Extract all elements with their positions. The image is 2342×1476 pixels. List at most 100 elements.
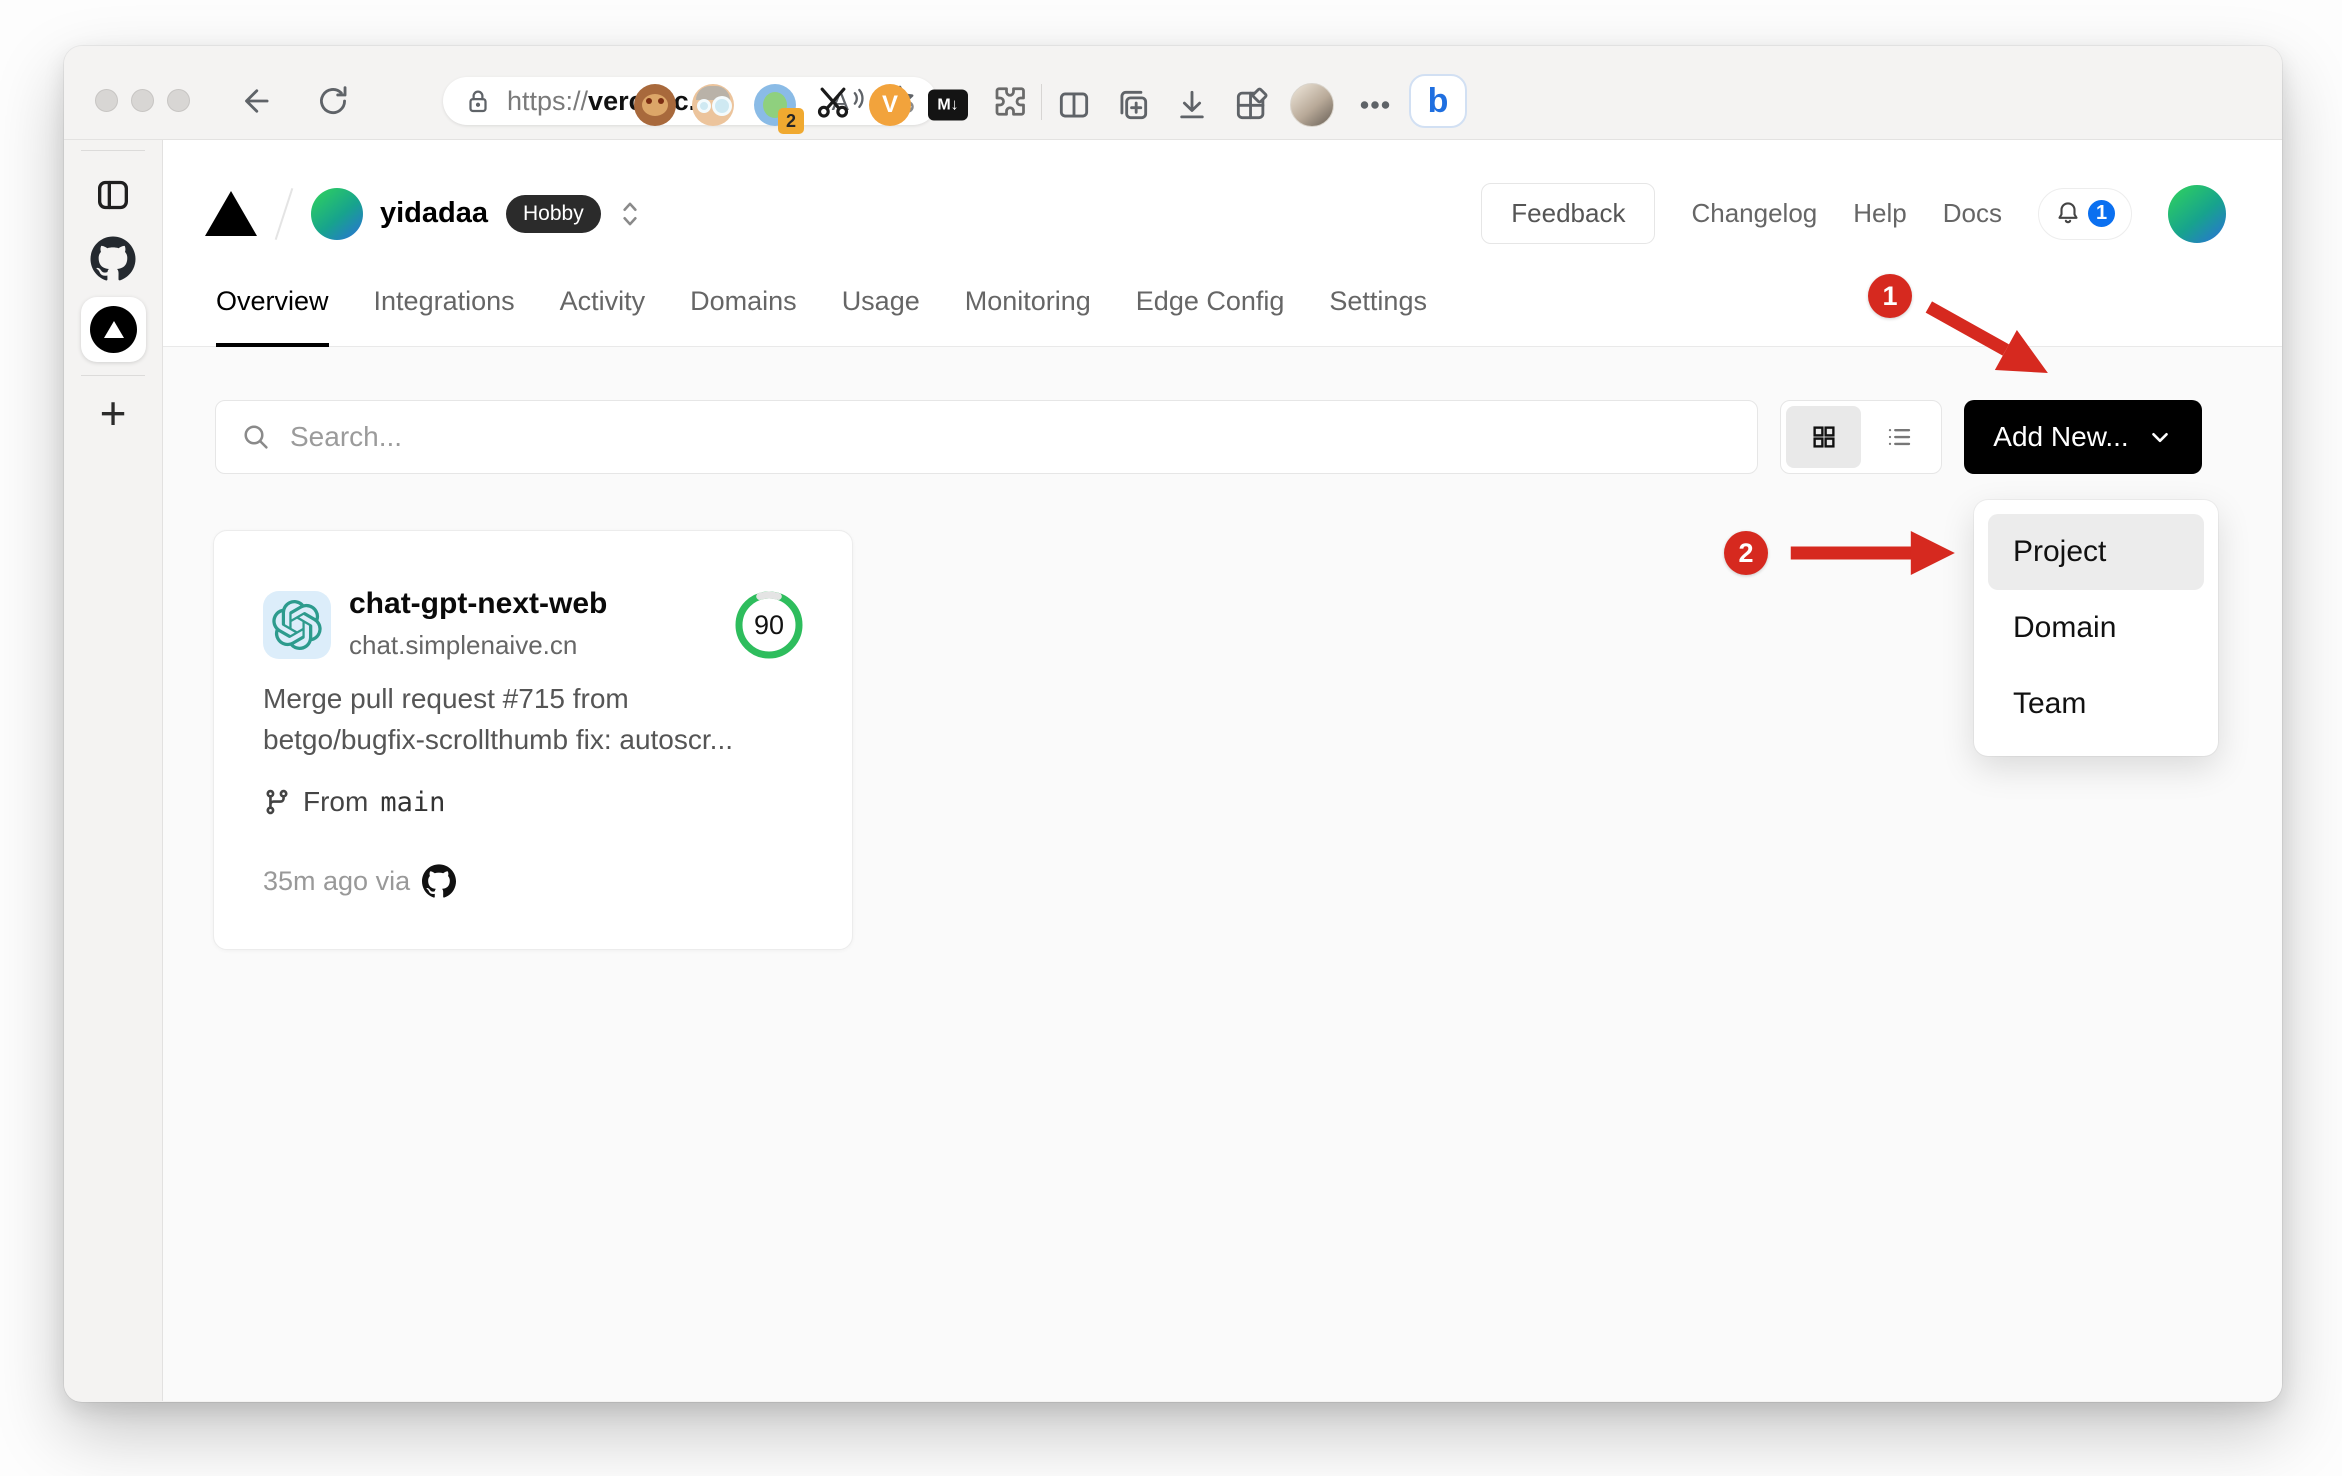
list-view-button[interactable] xyxy=(1861,406,1936,468)
search-input[interactable] xyxy=(290,421,1733,453)
vercel-header: yidadaa Hobby Feedback Changelog Help Do… xyxy=(163,140,2282,347)
project-name[interactable]: chat-gpt-next-web xyxy=(349,587,607,621)
address-bar[interactable]: https://vercel.c... A xyxy=(443,77,937,125)
markdown-extension-icon: M↓ xyxy=(928,89,968,121)
git-branch-icon xyxy=(266,789,288,815)
project-card[interactable]: chat-gpt-next-web chat.simplenaive.cn 90… xyxy=(213,530,853,950)
dropdown-item-team[interactable]: Team xyxy=(1988,666,2204,742)
monkey-extension-icon xyxy=(634,84,676,126)
read-aloud-waves-icon xyxy=(853,88,864,109)
grid-view-icon xyxy=(1812,426,1835,448)
project-icon-tile xyxy=(263,591,331,659)
bell-icon xyxy=(2058,201,2078,223)
breadcrumb-slash xyxy=(274,187,294,240)
workspaces-grid-icon xyxy=(1236,87,1268,120)
branch-name: main xyxy=(380,786,446,818)
score-value: 90 xyxy=(753,609,785,640)
download-icon xyxy=(1180,90,1204,119)
back-button[interactable] xyxy=(237,82,275,120)
team-avatar[interactable] xyxy=(311,187,363,240)
tab-actions-button[interactable] xyxy=(93,175,133,215)
project-domain[interactable]: chat.simplenaive.cn xyxy=(349,630,577,661)
dashboard-tabs: Overview Integrations Activity Domains U… xyxy=(163,269,2282,347)
collections-icon xyxy=(1120,90,1148,120)
notifications-button[interactable]: 1 xyxy=(2038,187,2132,240)
bing-chat-button[interactable]: b xyxy=(1409,74,1467,128)
add-new-dropdown: Project Domain Team xyxy=(1974,500,2218,756)
browser-window: https://vercel.c... A xyxy=(64,46,2282,1402)
grid-view-button[interactable] xyxy=(1786,406,1861,468)
deploy-meta: 35m ago via xyxy=(263,865,411,896)
more-menu-button[interactable] xyxy=(1357,87,1393,123)
help-link[interactable]: Help xyxy=(1853,198,1906,229)
search-box[interactable] xyxy=(215,400,1758,474)
sidebar-divider xyxy=(81,150,145,151)
extension-markdownload-button[interactable]: M↓ xyxy=(928,89,968,121)
split-screen-icon xyxy=(1059,92,1089,118)
screenshot-stage: https://vercel.c... A xyxy=(0,0,2342,1476)
window-close-button[interactable] xyxy=(95,89,118,112)
extensions-menu-button[interactable] xyxy=(989,83,1029,128)
back-icon xyxy=(245,89,269,113)
tab-overview[interactable]: Overview xyxy=(216,269,329,347)
scissors-icon xyxy=(817,87,849,118)
window-minimize-button[interactable] xyxy=(131,89,154,112)
branch-prefix: From xyxy=(303,786,369,817)
tab-github[interactable] xyxy=(90,236,136,281)
profile-button[interactable] xyxy=(1290,83,1334,127)
add-new-button[interactable]: Add New... xyxy=(1964,400,2202,474)
refresh-button[interactable] xyxy=(314,82,352,120)
search-icon xyxy=(244,425,268,449)
plus-icon: + xyxy=(99,387,127,439)
score-gauge[interactable]: 90 xyxy=(731,587,807,663)
profile-avatar xyxy=(1290,83,1334,127)
commit-line-1: Merge pull request #715 from xyxy=(263,683,629,714)
vercel-logo[interactable] xyxy=(205,191,257,236)
collections-button[interactable] xyxy=(1114,86,1152,124)
split-screen-button[interactable] xyxy=(1055,86,1093,124)
branch-row: From main xyxy=(263,786,445,818)
plan-badge: Hobby xyxy=(506,194,601,233)
scope-selector-icon[interactable] xyxy=(617,199,643,229)
dropdown-item-project[interactable]: Project xyxy=(1988,514,2204,590)
lock-icon xyxy=(469,90,487,113)
vercel-favicon xyxy=(90,306,137,353)
team-name[interactable]: yidadaa xyxy=(380,197,488,230)
workspaces-button[interactable] xyxy=(1232,86,1270,124)
tab-vercel-active[interactable] xyxy=(81,297,146,362)
browser-toolbar: https://vercel.c... A xyxy=(64,46,2282,140)
page-content: yidadaa Hobby Feedback Changelog Help Do… xyxy=(163,140,2282,1401)
refresh-icon xyxy=(320,86,347,114)
docs-link[interactable]: Docs xyxy=(1943,198,2002,229)
feedback-button[interactable]: Feedback xyxy=(1481,183,1656,244)
new-tab-button[interactable]: + xyxy=(100,390,127,436)
tab-edge-config[interactable]: Edge Config xyxy=(1136,269,1285,347)
tab-integrations[interactable]: Integrations xyxy=(374,269,515,347)
tab-settings[interactable]: Settings xyxy=(1329,269,1427,347)
downloads-button[interactable] xyxy=(1173,86,1211,124)
extension-translator-button[interactable] xyxy=(692,84,734,126)
extension-clipper-button[interactable] xyxy=(813,83,853,128)
tab-domains[interactable]: Domains xyxy=(690,269,797,347)
puzzle-icon xyxy=(995,87,1025,116)
github-icon xyxy=(90,236,136,281)
dropdown-item-domain[interactable]: Domain xyxy=(1988,590,2204,666)
user-avatar[interactable] xyxy=(2168,184,2226,243)
tab-monitoring[interactable]: Monitoring xyxy=(965,269,1091,347)
extension-vocab-button[interactable]: 2 xyxy=(754,84,804,134)
browser-sidebar: + xyxy=(64,140,163,1401)
view-toggle xyxy=(1780,400,1942,474)
commit-message: Merge pull request #715 from betgo/bugfi… xyxy=(263,678,803,760)
tab-usage[interactable]: Usage xyxy=(842,269,920,347)
openai-icon xyxy=(272,600,322,650)
list-view-icon xyxy=(1888,428,1910,446)
window-zoom-button[interactable] xyxy=(167,89,190,112)
tab-activity[interactable]: Activity xyxy=(560,269,646,347)
vocab-extension-icon: 2 xyxy=(754,84,804,134)
changelog-link[interactable]: Changelog xyxy=(1691,198,1817,229)
vertical-tabs-icon xyxy=(98,180,128,210)
ellipsis-icon xyxy=(1360,101,1390,109)
granny-extension-icon xyxy=(692,84,734,126)
extension-monkey-button[interactable] xyxy=(634,84,676,126)
extension-v2ex-button[interactable]: V xyxy=(869,84,911,126)
